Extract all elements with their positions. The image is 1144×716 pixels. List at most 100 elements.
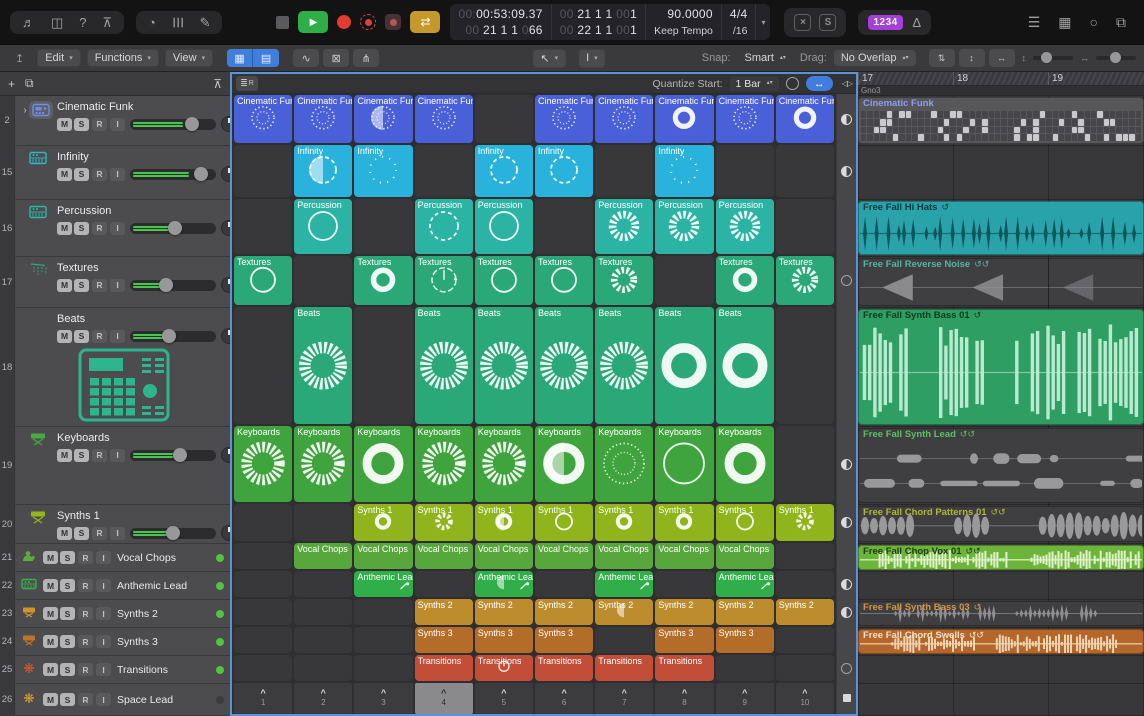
marquee-tool-icon[interactable]: ⊠: [323, 49, 349, 67]
solo-button[interactable]: S: [74, 279, 89, 292]
loop-cell-textures-9[interactable]: Textures: [716, 256, 774, 305]
empty-cell[interactable]: [595, 627, 653, 653]
empty-cell[interactable]: [535, 199, 593, 254]
volume-slider[interactable]: [130, 169, 216, 180]
row-play-indicator-9[interactable]: [837, 598, 856, 626]
empty-cell[interactable]: [776, 145, 834, 197]
record-enable-button[interactable]: R: [78, 635, 93, 648]
empty-cell[interactable]: [294, 504, 352, 541]
solo-button[interactable]: S: [74, 118, 89, 131]
no-input-badge[interactable]: ×: [794, 14, 811, 31]
loop-cell-textures-7[interactable]: Textures: [595, 256, 653, 305]
input-monitor-button[interactable]: I: [96, 693, 111, 706]
loop-cell-synths-2-5[interactable]: Synths 2: [475, 599, 533, 625]
track-header-body[interactable]: MSRISpace Lead: [15, 684, 230, 715]
loop-cell-vocal-chops-2[interactable]: Vocal Chops: [294, 543, 352, 569]
mute-button[interactable]: M: [57, 168, 72, 181]
empty-cell[interactable]: [234, 145, 292, 197]
record-enable-button[interactable]: R: [78, 607, 93, 620]
record-enable-button[interactable]: R: [92, 279, 107, 292]
empty-cell[interactable]: [415, 571, 473, 597]
loop-cell-textures-5[interactable]: Textures: [475, 256, 533, 305]
row-play-indicator-8[interactable]: [837, 570, 856, 598]
loop-cell-beats-2[interactable]: Beats: [294, 307, 352, 424]
solo-button[interactable]: S: [60, 663, 75, 676]
loop-cell-percussion-2[interactable]: Percussion: [294, 199, 352, 254]
row-play-indicator-6[interactable]: [837, 503, 856, 542]
capture-record-button[interactable]: [360, 14, 376, 30]
input-monitor-button[interactable]: I: [110, 449, 125, 462]
mute-button[interactable]: M: [57, 279, 72, 292]
play-button[interactable]: ▶: [298, 11, 328, 33]
mute-button[interactable]: M: [57, 330, 72, 343]
empty-cell[interactable]: [354, 307, 412, 424]
drag-dropdown[interactable]: No Overlap▴▾: [834, 50, 916, 66]
empty-cell[interactable]: [776, 543, 834, 569]
lcd-time-segment[interactable]: 00:00:53:09.37 00 21 1 1 066: [450, 4, 551, 40]
track-header-synths-1[interactable]: 20Synths 1MSRI: [0, 505, 230, 544]
scene-trigger-4[interactable]: ^4: [415, 683, 473, 714]
input-monitor-button[interactable]: I: [110, 118, 125, 131]
empty-cell[interactable]: [475, 95, 533, 143]
snap-dropdown[interactable]: Smart▴▾: [738, 50, 793, 66]
solo-button[interactable]: S: [74, 222, 89, 235]
region-free-fall-synth-bass-03[interactable]: Free Fall Synth Bass 03↺: [858, 601, 1144, 626]
import-icon[interactable]: ⊼: [103, 16, 113, 29]
track-header-body[interactable]: MSRISynths 3: [15, 628, 230, 655]
loop-cell-keyboards-2[interactable]: Keyboards: [294, 426, 352, 502]
pan-knob[interactable]: [221, 116, 230, 132]
loop-cell-beats-6[interactable]: Beats: [535, 307, 593, 424]
loop-cell-keyboards-5[interactable]: Keyboards: [475, 426, 533, 502]
metronome-icon[interactable]: ∆: [913, 15, 921, 30]
record-enable-button[interactable]: R: [78, 693, 93, 706]
menu-view[interactable]: View▾: [165, 49, 213, 67]
record-enable-button[interactable]: R: [78, 663, 93, 676]
loop-cell-beats-5[interactable]: Beats: [475, 307, 533, 424]
empty-cell[interactable]: [776, 426, 834, 502]
loop-cell-beats-8[interactable]: Beats: [655, 307, 713, 424]
track-header-body[interactable]: MSRIVocal Chops: [15, 544, 230, 571]
loop-cell-infinity-2[interactable]: Infinity: [294, 145, 352, 197]
track-header-body[interactable]: TexturesMSRI: [15, 257, 230, 307]
volume-slider[interactable]: [130, 528, 216, 539]
pan-knob[interactable]: [221, 277, 230, 293]
lcd-chevron-icon[interactable]: ▾: [756, 4, 770, 40]
record-enable-button[interactable]: R: [92, 168, 107, 181]
track-header-body[interactable]: MSRISynths 2: [15, 600, 230, 627]
loop-cell-keyboards-9[interactable]: Keyboards: [716, 426, 774, 502]
pencil-icon[interactable]: ✎: [200, 16, 211, 29]
mixer-icon[interactable]: ☰: [171, 16, 184, 28]
help-icon[interactable]: ?: [79, 16, 86, 29]
region-free-fall-hi-hats[interactable]: Free Fall Hi Hats↺: [858, 201, 1144, 255]
menu-edit[interactable]: Edit▾: [37, 49, 80, 67]
loop-cell-cinematic-funk-4[interactable]: Cinematic Funk: [415, 95, 473, 143]
pan-knob[interactable]: [221, 166, 230, 182]
mute-button[interactable]: M: [43, 663, 58, 676]
loop-cell-synths-3-8[interactable]: Synths 3: [655, 627, 713, 653]
row-play-indicator-5[interactable]: [837, 425, 856, 503]
quantize-start-dropdown[interactable]: 1 Bar▴▾: [730, 77, 779, 91]
cycle-button[interactable]: ⇄: [410, 11, 440, 33]
input-monitor-button[interactable]: I: [96, 635, 111, 648]
mute-button[interactable]: M: [57, 449, 72, 462]
track-header-body[interactable]: Synths 1MSRI: [15, 505, 230, 543]
pan-knob[interactable]: [221, 220, 230, 236]
empty-cell[interactable]: [716, 655, 774, 681]
timeline-ruler[interactable]: 171819: [858, 72, 1144, 86]
lcd-display[interactable]: 00:00:53:09.37 00 21 1 1 066 00 21 1 1 0…: [450, 4, 770, 40]
solo-button[interactable]: S: [60, 607, 75, 620]
loop-cell-synths-1-4[interactable]: Synths 1: [415, 504, 473, 541]
track-header-infinity[interactable]: 15InfinityMSRI: [0, 146, 230, 200]
scene-trigger-10[interactable]: ^10: [776, 683, 834, 714]
loop-cell-vocal-chops-8[interactable]: Vocal Chops: [655, 543, 713, 569]
grid-expand-button[interactable]: ↔: [806, 76, 833, 91]
horizontal-zoom-slider[interactable]: [1096, 56, 1136, 60]
region-free-fall-chord-swells[interactable]: Free Fall Chord Swells↺↺: [858, 629, 1144, 654]
scene-trigger-7[interactable]: ^7: [595, 683, 653, 714]
record-enable-button[interactable]: R: [92, 330, 107, 343]
record-enable-button[interactable]: R: [92, 118, 107, 131]
duplicate-track-button[interactable]: ⧉: [25, 76, 34, 91]
record-button[interactable]: [337, 15, 351, 29]
input-monitor-button[interactable]: I: [96, 663, 111, 676]
loop-cell-beats-7[interactable]: Beats: [595, 307, 653, 424]
